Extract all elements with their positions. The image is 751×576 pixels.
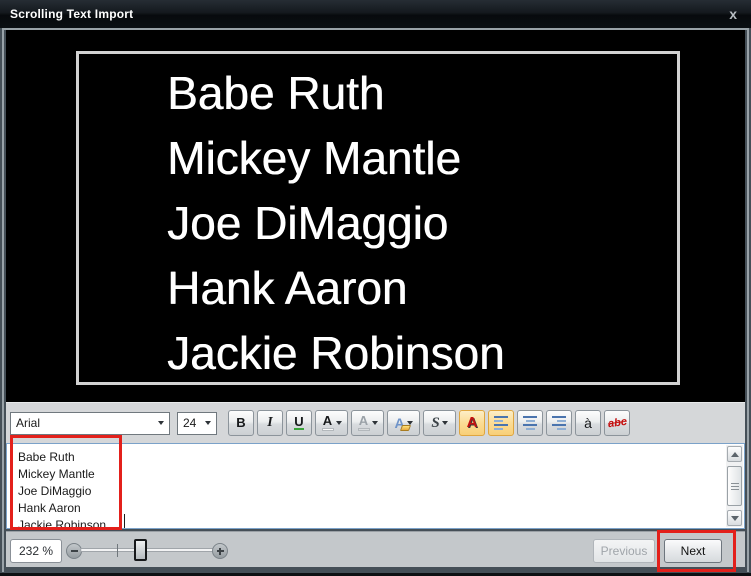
chevron-down-icon (372, 421, 378, 425)
zoom-slider-track[interactable] (80, 548, 216, 552)
align-left-icon (494, 416, 508, 430)
previous-button[interactable]: Previous (593, 539, 655, 563)
preview-line: Hank Aaron (167, 256, 677, 321)
italic-icon: I (267, 417, 272, 429)
underline-button[interactable]: U (286, 410, 312, 436)
font-family-select[interactable]: Arial (10, 412, 170, 435)
dialog-title: Scrolling Text Import (10, 7, 133, 21)
chevron-down-icon (158, 421, 164, 425)
align-center-button[interactable] (517, 410, 543, 436)
underline-icon: U (294, 416, 303, 430)
titlebar: Scrolling Text Import x (0, 0, 751, 28)
bold-button[interactable]: B (228, 410, 254, 436)
scroll-up-button[interactable] (727, 446, 742, 462)
accent-characters-icon: à (584, 417, 592, 429)
scrollbar-thumb[interactable] (727, 466, 742, 506)
text-effect-button[interactable]: A (459, 410, 485, 436)
vertical-scrollbar[interactable] (726, 445, 743, 527)
spellcheck-button[interactable]: abc (604, 410, 630, 436)
footer-bar: 232 % Previous Next (6, 531, 745, 567)
bold-icon: B (236, 417, 245, 429)
font-size-select[interactable]: 24 (177, 412, 217, 435)
text-style-button[interactable]: S (423, 410, 456, 436)
next-button-label: Next (681, 544, 706, 558)
chevron-down-icon (205, 421, 211, 425)
close-icon[interactable]: x (725, 7, 741, 21)
font-size-value: 24 (183, 416, 196, 430)
highlight-color-button[interactable]: A (351, 410, 384, 436)
scroll-down-icon (731, 516, 739, 521)
preview-line: Mickey Mantle (167, 126, 677, 191)
editor-line: Joe DiMaggio (18, 483, 744, 500)
align-right-icon (552, 416, 566, 430)
accent-characters-button[interactable]: à (575, 410, 601, 436)
font-family-value: Arial (16, 416, 40, 430)
outline-color-button[interactable]: A (387, 410, 420, 436)
paint-icon (400, 425, 411, 431)
font-color-button[interactable]: A (315, 410, 348, 436)
scrolling-text-import-dialog: Scrolling Text Import x Babe Ruth Mickey… (0, 0, 751, 576)
previous-button-label: Previous (601, 544, 648, 558)
minus-icon (71, 550, 78, 552)
preview-line: Jackie Robinson (167, 321, 677, 385)
zoom-in-button[interactable] (212, 543, 228, 559)
align-center-icon (523, 416, 537, 430)
spellcheck-icon: abc (607, 416, 627, 431)
text-effect-icon: A (467, 417, 478, 429)
align-left-button[interactable] (488, 410, 514, 436)
editor-line: Babe Ruth (18, 449, 744, 466)
scroll-up-icon (731, 452, 739, 457)
preview-area: Babe Ruth Mickey Mantle Joe DiMaggio Han… (6, 28, 745, 402)
text-input-area[interactable]: Babe Ruth Mickey Mantle Joe DiMaggio Han… (6, 443, 745, 529)
editor-line: Jackie Robinson (18, 517, 744, 529)
plus-icon (219, 548, 221, 555)
formatting-toolbar: Arial 24 B I U A A (6, 402, 745, 443)
highlight-color-icon: A (358, 415, 370, 431)
zoom-level-value: 232 % (19, 544, 53, 558)
editor-text: Babe Ruth Mickey Mantle Joe DiMaggio Han… (7, 444, 744, 529)
chevron-down-icon (336, 421, 342, 425)
editor-line: Mickey Mantle (18, 466, 744, 483)
font-color-icon: A (322, 415, 334, 431)
preview-line: Babe Ruth (167, 61, 677, 126)
preview-sign-box: Babe Ruth Mickey Mantle Joe DiMaggio Han… (76, 51, 680, 385)
scroll-down-button[interactable] (727, 510, 742, 526)
preview-line: Joe DiMaggio (167, 191, 677, 256)
zoom-slider-tick (117, 544, 118, 557)
next-button[interactable]: Next (664, 539, 722, 563)
italic-button[interactable]: I (257, 410, 283, 436)
align-right-button[interactable] (546, 410, 572, 436)
zoom-slider-handle[interactable] (134, 539, 147, 561)
zoom-level-field[interactable]: 232 % (10, 539, 62, 563)
chevron-down-icon (442, 421, 448, 425)
text-style-icon: S (431, 417, 439, 429)
editor-line: Hank Aaron (18, 500, 744, 517)
text-caret (124, 514, 125, 528)
